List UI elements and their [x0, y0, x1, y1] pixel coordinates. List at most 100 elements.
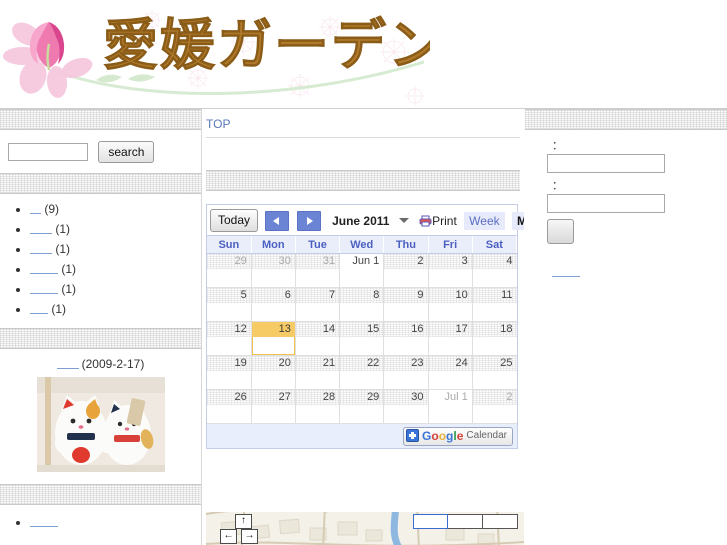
print-label: Print [432, 213, 457, 228]
right-section-header [525, 109, 727, 130]
form-input-2[interactable] [547, 194, 665, 213]
calendar-day-cell[interactable]: 8 [339, 287, 385, 322]
calendar-day-cell[interactable]: 2 [383, 253, 429, 288]
search-input[interactable] [8, 143, 88, 161]
calendar-day-cell[interactable]: 26 [207, 389, 252, 424]
search-button[interactable]: search [98, 141, 155, 163]
calendar-prev-button[interactable] [265, 210, 290, 231]
calendar-day-cell[interactable]: 21 [295, 355, 341, 390]
calendar-day-number: Jul 1 [428, 390, 472, 405]
calendar-day-cell[interactable]: 22 [339, 355, 385, 390]
sidebar-link[interactable] [30, 517, 58, 527]
arrow-up-icon[interactable]: ↑ [235, 514, 252, 529]
calendar-day-number: 25 [472, 356, 517, 371]
calendar-day-cell[interactable]: 5 [207, 287, 252, 322]
calendar-day-cell[interactable]: 31 [295, 253, 341, 288]
category-count: (1) [61, 282, 77, 296]
weekday-label: Wed [339, 236, 385, 254]
category-link[interactable] [30, 244, 52, 254]
calendar-day-number: 19 [207, 356, 251, 371]
map-type-button[interactable] [413, 514, 448, 529]
calendar-day-cell[interactable]: 30 [251, 253, 296, 288]
calendar-week-view-button[interactable]: Week [464, 211, 505, 230]
calendar-month-view-button[interactable]: Month [511, 211, 524, 230]
calendar-day-cell[interactable]: 15 [339, 321, 385, 356]
calendar-day-cell[interactable]: 2 [472, 389, 517, 424]
breadcrumb: TOP [202, 109, 524, 135]
calendar-day-cell[interactable]: 4 [472, 253, 517, 288]
calendar-day-number: 26 [207, 390, 251, 405]
calendar-day-cell[interactable]: 18 [472, 321, 517, 356]
calendar-day-cell[interactable]: 16 [383, 321, 429, 356]
calendar-grid: Sun Mon Tue Wed Thu Fri Sat 29 30 31 Jun 12… [207, 235, 518, 424]
category-link[interactable] [30, 264, 58, 274]
calendar-day-cell[interactable]: 14 [295, 321, 341, 356]
calendar-day-cell[interactable]: 3 [428, 253, 473, 288]
calendar-footer: Google Calendar [207, 424, 517, 448]
weekday-label: Mon [251, 236, 296, 254]
calendar-day-cell[interactable]: 25 [472, 355, 517, 390]
photo-section-header [0, 328, 201, 349]
right-sidebar-link[interactable] [552, 267, 580, 277]
calendar-day-number: 15 [340, 322, 383, 337]
map-type-button[interactable] [448, 514, 483, 529]
calendar-next-button[interactable] [296, 210, 321, 231]
category-list: (9) (1) (1) (1) (1) (1) [0, 202, 201, 316]
weekday-label: Sun [207, 236, 252, 254]
list-item: (1) [30, 262, 201, 276]
calendar-day-number: 10 [428, 288, 472, 303]
category-link[interactable] [30, 304, 48, 314]
calendar-day-number: 4 [472, 254, 517, 269]
category-link[interactable] [30, 204, 41, 214]
photo-title-link[interactable] [56, 359, 79, 369]
calendar-day-cell[interactable]: 23 [383, 355, 429, 390]
calendar-day-number: 14 [295, 322, 339, 337]
calendar-day-number: 30 [384, 390, 427, 405]
calendar-day-cell[interactable]: 28 [295, 389, 341, 424]
calendar-day-number: 9 [384, 288, 427, 303]
calendar-today-button[interactable]: Today [210, 209, 259, 232]
calendar-day-cell[interactable]: 19 [207, 355, 252, 390]
calendar-day-number: 23 [384, 356, 427, 371]
list-item: (1) [30, 222, 201, 236]
right-sidebar: ： ： [525, 109, 727, 545]
calendar-day-cell[interactable]: 12 [207, 321, 252, 356]
calendar-print-button[interactable]: Print [419, 213, 457, 228]
calendar-day-cell-today[interactable]: 13 [251, 321, 296, 356]
category-link[interactable] [30, 224, 52, 234]
arrow-right-icon[interactable]: → [241, 529, 258, 544]
photo-caption: (2009-2-17) [0, 357, 201, 371]
calendar-day-cell[interactable]: 17 [428, 321, 473, 356]
calendar-day-cell[interactable]: 10 [428, 287, 473, 322]
map-type-control [413, 514, 518, 529]
calendar-day-cell[interactable]: Jun 1 [339, 253, 385, 288]
banner-artwork: 愛媛ガーデン [0, 0, 430, 107]
form-input-1[interactable] [547, 154, 665, 173]
field-label-2: ： [552, 180, 563, 192]
google-map-embed[interactable]: ↑ ← → [206, 512, 524, 545]
breadcrumb-top-link[interactable]: TOP [206, 117, 230, 131]
calendar-day-cell[interactable]: 24 [428, 355, 473, 390]
right-link-wrap [552, 255, 727, 279]
calendar-day-cell[interactable]: 7 [295, 287, 341, 322]
calendar-day-cell[interactable]: 27 [251, 389, 296, 424]
calendar-day-cell[interactable]: 11 [472, 287, 517, 322]
calendar-week-row: 19 20 21 22 23 24 25 [207, 355, 517, 390]
calendar-day-cell[interactable]: 20 [251, 355, 296, 390]
calendar-day-cell[interactable]: 29 [339, 389, 385, 424]
calendar-day-cell[interactable]: Jul 1 [428, 389, 473, 424]
category-link[interactable] [30, 284, 58, 294]
calendar-day-cell[interactable]: 30 [383, 389, 429, 424]
calendar-day-number: 21 [295, 356, 339, 371]
calendar-day-cell[interactable]: 9 [383, 287, 429, 322]
form-submit-button[interactable] [547, 219, 574, 244]
arrow-left-icon[interactable]: ← [220, 529, 237, 544]
main-section-header [206, 170, 520, 191]
chevron-down-icon[interactable] [398, 218, 409, 223]
google-calendar-badge[interactable]: Google Calendar [403, 427, 513, 446]
calendar-day-number: 22 [340, 356, 383, 371]
calendar-day-number: 30 [251, 254, 295, 269]
map-type-button[interactable] [483, 514, 518, 529]
calendar-day-cell[interactable]: 29 [207, 253, 252, 288]
calendar-day-cell[interactable]: 6 [251, 287, 296, 322]
